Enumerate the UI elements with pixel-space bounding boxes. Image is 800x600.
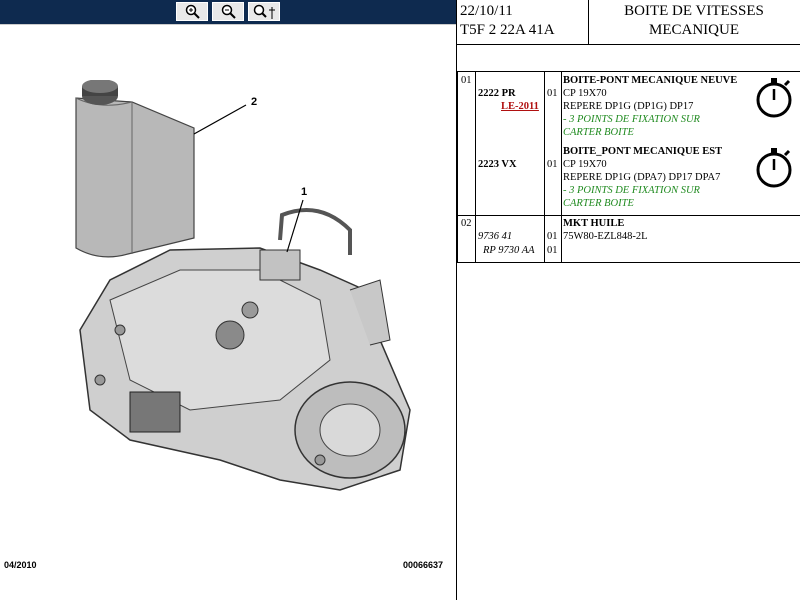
part-qty: 01	[547, 245, 558, 256]
stopwatch-icon[interactable]	[754, 74, 794, 120]
part-note: - 3 POINTS DE FIXATION SUR	[563, 114, 700, 125]
page-title: BOITE DE VITESSES MECANIQUE	[624, 3, 764, 38]
part-note: CARTER BOITE	[563, 127, 634, 138]
part-number[interactable]: 9736 41	[478, 231, 512, 243]
part-line: REPERE DP1G (DPA7) DP17 DPA7	[563, 172, 721, 183]
header-code: T5F 2 22A 41A	[460, 22, 555, 38]
parts-table: 01 2222 PR LE-2011 01 BOITE-PONT MECANIQ…	[457, 71, 800, 263]
part-line: REPERE DP1G (DP1G) DP17	[563, 101, 694, 112]
footer-date: 04/2010	[4, 560, 37, 570]
toolbar-divider	[0, 24, 456, 25]
part-title: BOITE_PONT MECANIQUE EST	[563, 146, 723, 157]
part-qty: 01	[547, 159, 558, 170]
stopwatch-icon[interactable]	[754, 144, 794, 190]
header-date: 22/10/11	[460, 3, 513, 19]
row-ref: 02	[461, 218, 472, 229]
zoom-in-button[interactable]	[176, 2, 208, 21]
row-ref: 01	[461, 75, 472, 86]
zoom-out-button[interactable]	[212, 2, 244, 21]
part-note: CARTER BOITE	[563, 198, 634, 209]
part-note: - 3 POINTS DE FIXATION SUR	[563, 185, 700, 196]
part-number[interactable]: 2223 VX	[478, 159, 517, 171]
part-line: 75W80-EZL848-2L	[563, 231, 648, 242]
zoom-in-icon	[185, 4, 200, 19]
part-number[interactable]: RP 9730 AA	[483, 245, 535, 257]
callout-label: 1	[301, 186, 308, 198]
header-left: 22/10/11 T5F 2 22A 41A	[458, 0, 589, 44]
zoom-out-icon	[221, 4, 236, 19]
toolbar	[0, 0, 456, 24]
gearbox-illustration	[75, 80, 411, 491]
part-title: MKT HUILE	[563, 218, 625, 229]
zoom-fit-icon	[253, 4, 275, 19]
header-divider	[457, 44, 800, 45]
footer-code: 00066637	[403, 560, 444, 570]
part-number[interactable]: 2222 PR	[478, 88, 516, 100]
zoom-fit-button[interactable]	[248, 2, 280, 21]
part-line: CP 19X70	[563, 159, 607, 170]
oil-can-drawing	[75, 80, 195, 258]
callout-label: 2	[251, 96, 258, 108]
part-line: CP 19X70	[563, 88, 607, 99]
part-qty: 01	[547, 231, 558, 242]
part-sub-link[interactable]: LE-2011	[501, 101, 539, 113]
part-qty: 01	[547, 88, 558, 99]
part-title: BOITE-PONT MECANIQUE NEUVE	[563, 75, 738, 86]
